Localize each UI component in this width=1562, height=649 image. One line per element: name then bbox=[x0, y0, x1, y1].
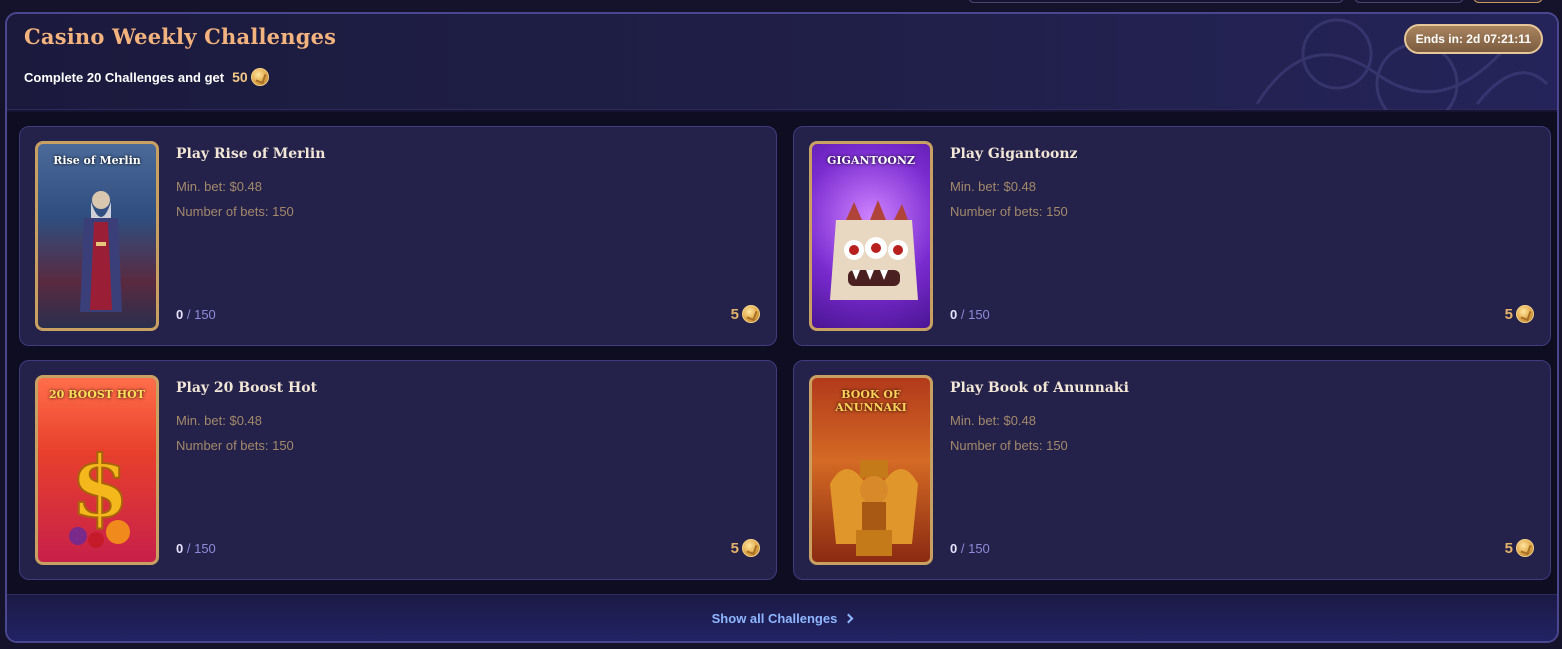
dollar-sign-icon: $ bbox=[69, 436, 130, 548]
coin-icon bbox=[742, 539, 760, 557]
min-bet-text: Min. bet: $0.48 bbox=[950, 413, 1036, 428]
coin-icon bbox=[1516, 305, 1534, 323]
game-thumbnail-20-boost-hot[interactable]: 20 BOOST HOT $ bbox=[35, 375, 159, 565]
toolbar-button-gold[interactable] bbox=[1473, 0, 1543, 3]
min-bet-text: Min. bet: $0.48 bbox=[950, 179, 1036, 194]
reward-value: 5 bbox=[730, 539, 739, 557]
number-of-bets-text: Number of bets: 150 bbox=[176, 438, 294, 453]
coin-icon bbox=[1516, 539, 1534, 557]
summary-reward: 50 bbox=[232, 68, 269, 86]
reward-value: 5 bbox=[1504, 305, 1513, 323]
progress-total: / 150 bbox=[960, 541, 990, 556]
number-of-bets-text: Number of bets: 150 bbox=[176, 204, 294, 219]
top-toolbar-remnant bbox=[0, 0, 1562, 6]
progress-total: / 150 bbox=[186, 541, 216, 556]
challenge-title: Play Gigantoonz bbox=[950, 146, 1078, 162]
challenge-progress: 0 / 150 bbox=[176, 541, 216, 556]
min-bet-text: Min. bet: $0.48 bbox=[176, 179, 262, 194]
show-all-challenges-link[interactable]: Show all Challenges bbox=[711, 610, 854, 626]
progress-total: / 150 bbox=[186, 307, 216, 322]
challenge-progress: 0 / 150 bbox=[950, 541, 990, 556]
challenge-reward: 5 bbox=[731, 305, 760, 323]
reward-amount: 50 bbox=[232, 69, 248, 85]
wizard-icon bbox=[80, 191, 122, 312]
challenge-reward: 5 bbox=[731, 539, 760, 557]
reward-value: 5 bbox=[1504, 539, 1513, 557]
challenge-reward: 5 bbox=[1505, 539, 1534, 557]
min-bet-text: Min. bet: $0.48 bbox=[176, 413, 262, 428]
monster-icon bbox=[830, 200, 918, 300]
thumbnail-logo: Rise of Merlin bbox=[53, 154, 141, 167]
summary-text: Complete 20 Challenges and get bbox=[24, 69, 225, 85]
reward-value: 5 bbox=[730, 305, 739, 323]
progress-current: 0 bbox=[176, 307, 184, 322]
challenge-card-20-boost-hot[interactable]: 20 BOOST HOT $ Play 20 Boost Hot Min. be… bbox=[19, 360, 777, 580]
number-of-bets-text: Number of bets: 150 bbox=[950, 438, 1068, 453]
progress-current: 0 bbox=[176, 541, 184, 556]
panel-header: Casino Weekly Challenges Complete 20 Cha… bbox=[7, 14, 1557, 110]
toolbar-button[interactable] bbox=[1354, 0, 1464, 3]
challenge-card-book-of-anunnaki[interactable]: BOOK OF ANUNNAKI Play Book of Anunnaki M… bbox=[793, 360, 1551, 580]
challenge-card-gigantoonz[interactable]: GIGANTOONZ Play Gigantoonz Min. bet: $0.… bbox=[793, 126, 1551, 346]
challenge-progress: 0 / 150 bbox=[176, 307, 216, 322]
challenge-reward: 5 bbox=[1505, 305, 1534, 323]
game-thumbnail-book-of-anunnaki[interactable]: BOOK OF ANUNNAKI bbox=[809, 375, 933, 565]
progress-current: 0 bbox=[950, 307, 958, 322]
progress-current: 0 bbox=[950, 541, 958, 556]
coin-icon bbox=[250, 68, 269, 86]
challenges-grid: Rise of Merlin Play Rise of Merlin Min. … bbox=[7, 112, 1557, 596]
game-thumbnail-gigantoonz[interactable]: GIGANTOONZ bbox=[809, 141, 933, 331]
thumbnail-logo: BOOK OF ANUNNAKI bbox=[835, 388, 907, 414]
search-input[interactable] bbox=[968, 0, 1344, 3]
weekly-challenges-panel: Casino Weekly Challenges Complete 20 Cha… bbox=[5, 12, 1559, 643]
statue-icon bbox=[830, 460, 918, 556]
panel-footer: Show all Challenges bbox=[7, 594, 1557, 641]
challenge-card-rise-of-merlin[interactable]: Rise of Merlin Play Rise of Merlin Min. … bbox=[19, 126, 777, 346]
coin-icon bbox=[742, 305, 760, 323]
page-title: Casino Weekly Challenges bbox=[24, 24, 337, 49]
thumbnail-logo: GIGANTOONZ bbox=[827, 154, 915, 167]
game-thumbnail-rise-of-merlin[interactable]: Rise of Merlin bbox=[35, 141, 159, 331]
show-all-label: Show all Challenges bbox=[711, 610, 838, 626]
chevron-right-icon bbox=[843, 613, 854, 623]
number-of-bets-text: Number of bets: 150 bbox=[950, 204, 1068, 219]
challenge-title: Play Book of Anunnaki bbox=[950, 380, 1129, 396]
thumbnail-logo: 20 BOOST HOT bbox=[49, 388, 145, 401]
challenge-title: Play Rise of Merlin bbox=[176, 146, 326, 162]
countdown-badge: Ends in: 2d 07:21:11 bbox=[1403, 24, 1543, 54]
progress-total: / 150 bbox=[960, 307, 990, 322]
challenge-progress: 0 / 150 bbox=[950, 307, 990, 322]
challenge-summary: Complete 20 Challenges and get 50 bbox=[24, 68, 269, 86]
challenge-title: Play 20 Boost Hot bbox=[176, 380, 318, 396]
